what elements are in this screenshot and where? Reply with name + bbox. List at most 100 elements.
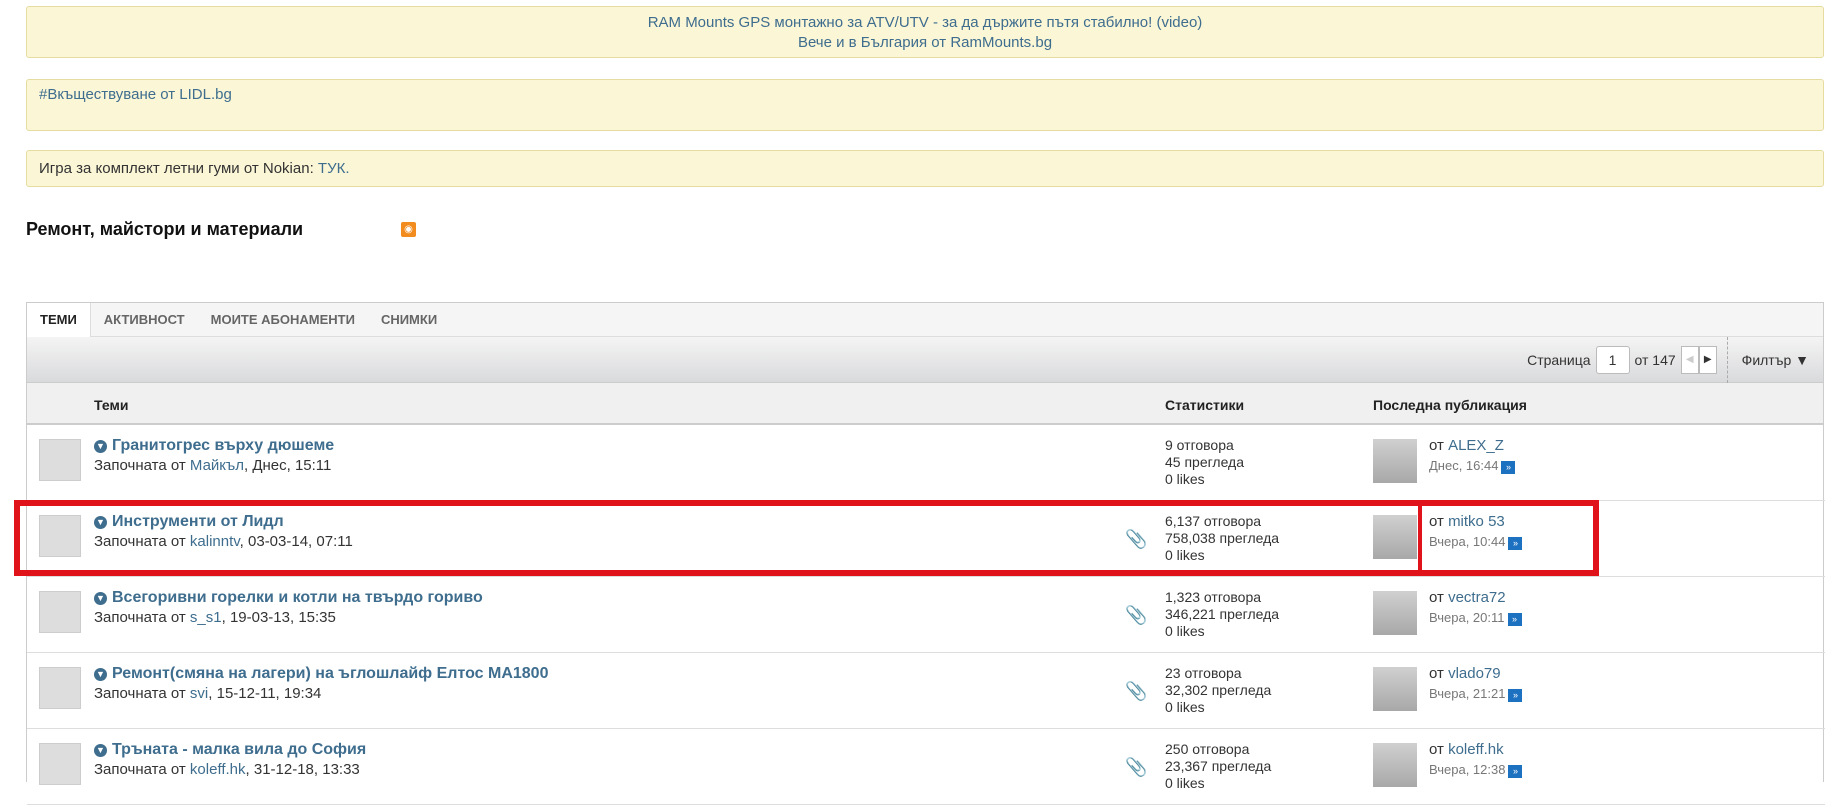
thread-title[interactable]: Инструменти от Лидл	[112, 513, 284, 530]
go-to-last-post-icon[interactable]: »	[1508, 689, 1523, 702]
tab-activity[interactable]: АКТИВНОСТ	[91, 303, 198, 336]
author-link[interactable]: kalinntv	[190, 533, 240, 550]
thread-date: , 19-03-13, 15:35	[221, 609, 336, 626]
last-poster-avatar[interactable]	[1373, 667, 1417, 711]
thread-status-icon: ▼	[94, 516, 107, 529]
prev-page-button[interactable]: ◀	[1680, 345, 1699, 374]
author-avatar[interactable]	[39, 439, 81, 481]
page-label: Страница	[1527, 351, 1591, 368]
tab-subscriptions[interactable]: МОИТЕ АБОНАМЕНТИ	[198, 303, 368, 336]
last-user-link[interactable]: vlado79	[1448, 665, 1501, 682]
col-last-post: Последна публикация	[1373, 397, 1527, 413]
toolbar: Страница 1 от 147 ◀ ▶ Филтър ▼	[27, 336, 1823, 383]
last-post-time: Вчера, 21:21»	[1429, 686, 1523, 702]
go-to-last-post-icon[interactable]: »	[1507, 613, 1522, 626]
thread-stats: 23 отговора 32,302 прегледа 0 likes	[1165, 665, 1271, 716]
thread-title[interactable]: Ремонт(смяна на лагери) на ъглошлайф Елт…	[112, 665, 548, 682]
by-label: от	[1429, 513, 1449, 530]
author-link[interactable]: s_s1	[190, 609, 222, 626]
views-count: 45 прегледа	[1165, 454, 1245, 470]
likes-count: 0 likes	[1165, 623, 1205, 639]
author-avatar[interactable]	[39, 743, 81, 785]
author-avatar[interactable]	[39, 515, 81, 557]
attachment-icon: 📎	[1125, 605, 1148, 625]
author-link[interactable]: svi	[190, 685, 208, 702]
last-post-user: от ALEX_Z	[1429, 437, 1504, 454]
tab-topics[interactable]: ТЕМИ	[27, 303, 91, 337]
last-user-link[interactable]: vectra72	[1448, 589, 1506, 606]
thread-date: , 31-12-18, 13:33	[245, 761, 360, 778]
thread-date: , 03-03-14, 07:11	[239, 533, 353, 550]
replies-count: 9 отговора	[1165, 437, 1234, 453]
filter-button[interactable]: Филтър ▼	[1726, 336, 1823, 383]
last-post-time: Вчера, 12:38»	[1429, 762, 1523, 778]
likes-count: 0 likes	[1165, 775, 1205, 791]
attachment-icon: 📎	[1125, 681, 1148, 701]
by-label: от	[1429, 589, 1449, 606]
rss-icon[interactable]: ◉	[401, 222, 416, 237]
replies-count: 6,137 отговора	[1165, 513, 1262, 529]
thread-meta: Започната от koleff.hk, 31-12-18, 13:33	[94, 761, 360, 778]
ram-mounts-banner[interactable]: RAM Mounts GPS монтажно за ATV/UTV - за …	[26, 6, 1824, 58]
last-post-date: Вчера, 20:11	[1429, 610, 1505, 625]
last-user-link[interactable]: mitko 53	[1448, 513, 1505, 530]
thread-title-link[interactable]: ▼ Всегоривни горелки и котли на твърдо го…	[94, 589, 483, 607]
last-post-time: Вчера, 10:44»	[1429, 534, 1523, 550]
thread-list: ТЕМИ АКТИВНОСТ МОИТЕ АБОНАМЕНТИ СНИМКИ С…	[26, 302, 1825, 805]
author-link[interactable]: Майкъл	[190, 457, 244, 474]
thread-row: ▼ Тръната - малка вила до София Започната…	[27, 729, 1825, 805]
thread-title-link[interactable]: ▼ Тръната - малка вила до София	[94, 741, 366, 759]
likes-count: 0 likes	[1165, 699, 1205, 715]
thread-title[interactable]: Гранитогрес върху дюшеме	[112, 437, 334, 454]
last-poster-avatar[interactable]	[1373, 591, 1417, 635]
thread-row: ▼ Всегоривни горелки и котли на твърдо го…	[27, 577, 1825, 653]
started-by-label: Започната от	[94, 761, 190, 778]
thread-title[interactable]: Тръната - малка вила до София	[112, 741, 366, 758]
thread-status-icon: ▼	[94, 592, 107, 605]
thread-status-icon: ▼	[94, 744, 107, 757]
thread-stats: 9 отговора 45 прегледа 0 likes	[1165, 437, 1244, 488]
author-avatar[interactable]	[39, 591, 81, 633]
col-topics: Теми	[94, 397, 129, 413]
ram-banner-line1[interactable]: RAM Mounts GPS монтажно за ATV/UTV - за …	[39, 13, 1811, 33]
author-avatar[interactable]	[39, 667, 81, 709]
replies-count: 23 отговора	[1165, 665, 1242, 681]
last-user-link[interactable]: ALEX_Z	[1448, 437, 1504, 454]
nokian-link[interactable]: ТУК.	[318, 160, 350, 177]
last-post-time: Вчера, 20:11»	[1429, 610, 1522, 626]
last-post-time: Днес, 16:44»	[1429, 458, 1516, 474]
last-post-date: Вчера, 10:44	[1429, 534, 1506, 549]
views-count: 346,221 прегледа	[1165, 606, 1280, 622]
thread-title-link[interactable]: ▼ Гранитогрес върху дюшеме	[94, 437, 334, 455]
thread-title[interactable]: Всегоривни горелки и котли на твърдо гор…	[112, 589, 483, 606]
started-by-label: Започната от	[94, 609, 190, 626]
tab-bar: ТЕМИ АКТИВНОСТ МОИТЕ АБОНАМЕНТИ СНИМКИ	[27, 303, 1823, 337]
attachment-icon: 📎	[1125, 529, 1148, 549]
last-poster-avatar[interactable]	[1373, 743, 1417, 787]
go-to-last-post-icon[interactable]: »	[1508, 537, 1523, 550]
last-post-date: Вчера, 21:21	[1429, 686, 1506, 701]
author-link[interactable]: koleff.hk	[190, 761, 246, 778]
last-poster-avatar[interactable]	[1373, 439, 1417, 483]
last-post-user: от koleff.hk	[1429, 741, 1504, 758]
last-poster-avatar[interactable]	[1373, 515, 1417, 559]
thread-title-link[interactable]: ▼ Ремонт(смяна на лагери) на ъглошлайф Ел…	[94, 665, 548, 683]
go-to-last-post-icon[interactable]: »	[1508, 765, 1523, 778]
thread-stats: 1,323 отговора 346,221 прегледа 0 likes	[1165, 589, 1279, 640]
thread-meta: Започната от svi, 15-12-11, 19:34	[94, 685, 321, 702]
thread-title-link[interactable]: ▼ Инструменти от Лидл	[94, 513, 284, 531]
tab-photos[interactable]: СНИМКИ	[368, 303, 450, 336]
started-by-label: Започната от	[94, 533, 190, 550]
thread-meta: Започната от s_s1, 19-03-13, 15:35	[94, 609, 336, 626]
nokian-text: Игра за комплект летни гуми от Nokian:	[39, 160, 318, 177]
thread-status-icon: ▼	[94, 668, 107, 681]
go-to-last-post-icon[interactable]: »	[1501, 461, 1516, 474]
started-by-label: Започната от	[94, 685, 190, 702]
next-page-button[interactable]: ▶	[1698, 345, 1717, 374]
lidl-link[interactable]: #Вкъществуване от LIDL.bg	[39, 86, 232, 103]
last-user-link[interactable]: koleff.hk	[1448, 741, 1504, 758]
page-total: от 147	[1634, 351, 1676, 368]
page-input[interactable]: 1	[1595, 345, 1630, 374]
thread-meta: Започната от Майкъл, Днес, 15:11	[94, 457, 331, 474]
ram-banner-line2[interactable]: Вече и в България от RamMounts.bg	[39, 33, 1811, 53]
